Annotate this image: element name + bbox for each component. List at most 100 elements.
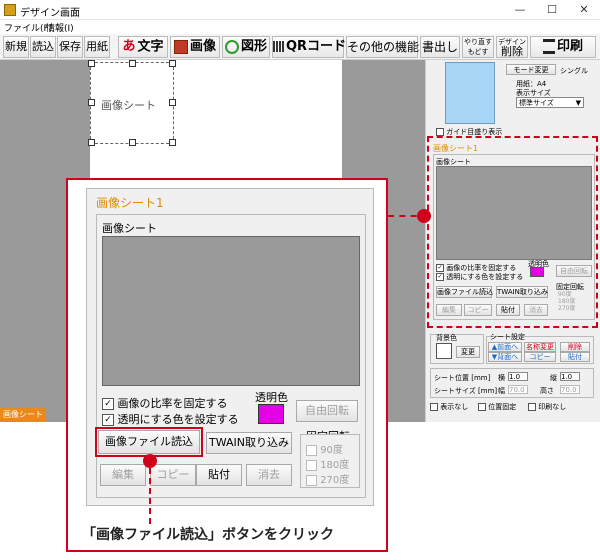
resize-handle[interactable] xyxy=(169,99,176,106)
other-functions-button[interactable]: その他の機能 xyxy=(346,36,419,58)
text-button[interactable]: あ文字 xyxy=(118,36,168,58)
hide-toggle[interactable]: 表示なし xyxy=(430,402,468,412)
fix-ratio-checkbox[interactable] xyxy=(102,398,114,410)
hide-checkbox[interactable] xyxy=(430,403,438,411)
rotate-270-checkbox[interactable] xyxy=(306,474,317,486)
guide-checkbox[interactable] xyxy=(436,128,444,136)
rotate-270-option[interactable]: 270度 xyxy=(306,471,349,486)
paper-button[interactable]: 用紙 xyxy=(84,36,110,58)
rotate-180-option[interactable]: 180度 xyxy=(306,456,349,471)
marker-line xyxy=(149,468,151,524)
edit-button-small[interactable]: 編集 xyxy=(436,304,462,316)
noprint-checkbox[interactable] xyxy=(528,403,536,411)
rotate-180-checkbox[interactable] xyxy=(306,459,317,471)
rotate-90-option[interactable]: 90度 xyxy=(306,441,343,456)
callout-caption: 「画像ファイル読込」ボタンをクリック xyxy=(82,527,334,543)
menu-info[interactable]: 情報(I) xyxy=(46,21,74,34)
menu-file[interactable]: ファイル(F) xyxy=(4,21,52,34)
bg-color-swatch[interactable] xyxy=(436,343,452,359)
qr-button[interactable]: QRコード xyxy=(272,36,346,58)
display-size-value: 標準サイズ xyxy=(519,99,554,107)
panel-title: 画像シート1 xyxy=(96,196,164,210)
rotate-180-label: 180度 xyxy=(320,460,350,471)
image-sheet-object[interactable]: 画像シート xyxy=(88,60,176,146)
deg270-small[interactable]: 270度 xyxy=(558,305,575,312)
rename-button[interactable]: 名称変更 xyxy=(524,342,556,352)
hide-label: 表示なし xyxy=(440,403,469,411)
pos-y-label: 縦 xyxy=(550,374,557,382)
bg-color-change-button[interactable]: 変更 xyxy=(456,346,480,358)
copy-button-small[interactable]: コピー xyxy=(464,304,492,316)
shape-button[interactable]: 図形 xyxy=(222,36,270,58)
twain-button-small[interactable]: TWAIN取り込み xyxy=(496,286,548,298)
fix-ratio-option[interactable]: 画像の比率を固定する xyxy=(102,395,228,411)
lock-toggle[interactable]: 位置固定 xyxy=(478,402,516,412)
lock-label: 位置固定 xyxy=(488,403,517,411)
close-button[interactable]: ✕ xyxy=(572,2,596,18)
delete-design-button[interactable]: デザイン 削除 xyxy=(496,36,528,58)
erase-button[interactable]: 消去 xyxy=(246,464,292,486)
image-icon xyxy=(173,39,188,54)
resize-handle[interactable] xyxy=(88,99,95,106)
width-label: 幅 xyxy=(498,387,505,395)
resize-handle[interactable] xyxy=(169,60,176,67)
connector-dot xyxy=(417,209,431,223)
minimize-button[interactable]: — xyxy=(508,2,532,18)
redo-undo-button[interactable]: やり直す もどす xyxy=(462,36,494,58)
erase-button-small[interactable]: 消去 xyxy=(524,304,548,316)
twain-button[interactable]: TWAIN取り込み xyxy=(206,432,292,454)
read-image-file-button[interactable]: 画像ファイル読込 xyxy=(95,427,203,457)
save-button[interactable]: 保存 xyxy=(57,36,83,58)
pos-x-input[interactable]: 1.0 xyxy=(508,372,528,381)
free-rotate-button-small[interactable]: 自由回転 xyxy=(556,265,592,277)
free-rotate-button[interactable]: 自由回転 xyxy=(296,400,358,422)
open-button[interactable]: 読込 xyxy=(30,36,56,58)
paste-sheet-button[interactable]: 貼付 xyxy=(560,352,590,362)
read-image-file-button-small[interactable]: 画像ファイル読込 xyxy=(436,286,493,298)
print-button[interactable]: 印刷 xyxy=(530,36,596,58)
deg180-small[interactable]: 180度 xyxy=(558,298,575,305)
transparent-color-label: 透明色 xyxy=(255,391,288,404)
paste-button[interactable]: 貼付 xyxy=(196,464,242,486)
remove-sheet-button[interactable]: 削除 xyxy=(560,342,590,352)
deg90-small[interactable]: 90度 xyxy=(558,291,575,298)
resize-handle[interactable] xyxy=(88,139,95,146)
sheet-size-label: シートサイズ [mm] xyxy=(434,387,498,395)
print-icon xyxy=(542,39,555,54)
sheet-position-label: シート位置 [mm] xyxy=(434,374,491,382)
maximize-button[interactable]: ☐ xyxy=(540,2,564,18)
pos-y-input[interactable]: 1.0 xyxy=(560,372,580,381)
height-input[interactable]: 70.0 xyxy=(560,385,580,394)
bg-color-label: 背景色 xyxy=(436,334,457,342)
image-button[interactable]: 画像 xyxy=(170,36,220,58)
resize-handle[interactable] xyxy=(169,139,176,146)
edit-button[interactable]: 編集 xyxy=(100,464,146,486)
mode-change-button[interactable]: モード変更 xyxy=(506,64,556,75)
resize-handle[interactable] xyxy=(129,60,136,67)
resize-handle[interactable] xyxy=(129,139,136,146)
window-title: デザイン画面 xyxy=(20,8,80,19)
lock-checkbox[interactable] xyxy=(478,403,486,411)
image-preview xyxy=(102,236,360,386)
noprint-toggle[interactable]: 印刷なし xyxy=(528,402,566,412)
send-back-button[interactable]: ▼背面へ xyxy=(488,352,522,362)
display-size-select[interactable]: 標準サイズ ▼ xyxy=(516,97,584,108)
new-button[interactable]: 新規 xyxy=(3,36,29,58)
transparent-color-swatch[interactable] xyxy=(258,404,284,424)
copy-sheet-button[interactable]: コピー xyxy=(524,352,556,362)
paste-button-small[interactable]: 貼付 xyxy=(496,304,520,316)
fix-ratio-checkbox-small[interactable] xyxy=(436,264,444,272)
width-input[interactable]: 70.0 xyxy=(508,385,528,394)
export-button[interactable]: 書出し xyxy=(420,36,460,58)
transparent-checkbox-small[interactable] xyxy=(436,273,444,281)
resize-handle[interactable] xyxy=(88,60,95,67)
rotate-90-checkbox[interactable] xyxy=(306,444,317,456)
transparent-checkbox[interactable] xyxy=(102,414,114,426)
app-icon xyxy=(4,4,16,16)
transparent-option[interactable]: 透明にする色を設定する xyxy=(102,411,239,427)
bring-front-button[interactable]: ▲前面へ xyxy=(488,342,522,352)
transparent-color-swatch-small[interactable] xyxy=(530,267,544,277)
transparent-small[interactable]: 透明にする色を設定する xyxy=(436,272,523,282)
copy-button[interactable]: コピー xyxy=(150,464,196,486)
text-icon: あ xyxy=(122,39,136,54)
